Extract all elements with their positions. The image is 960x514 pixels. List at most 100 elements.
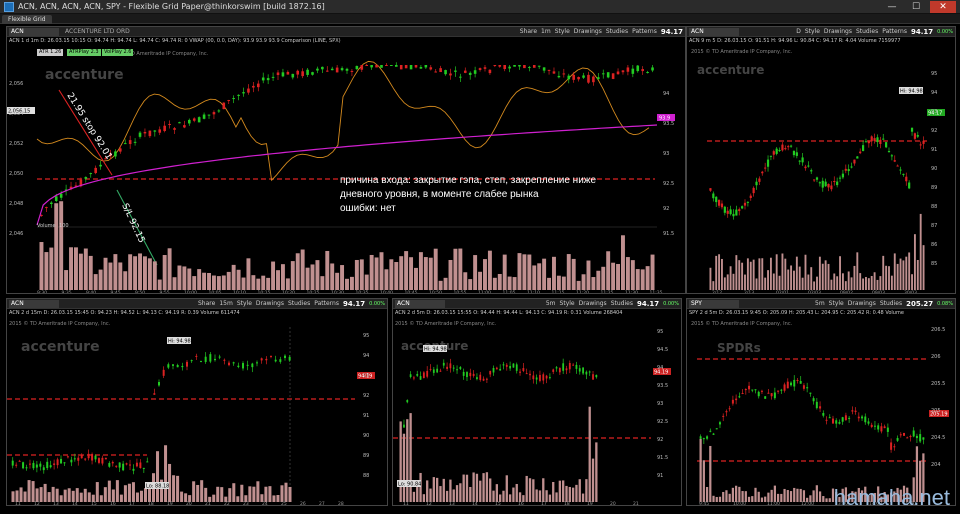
candle [306, 69, 309, 75]
drawings-button[interactable]: Drawings [256, 300, 284, 308]
volume-bar [508, 494, 512, 502]
style-button[interactable]: Style [829, 300, 844, 308]
studies-button[interactable]: Studies [288, 300, 310, 308]
style-button[interactable]: Style [555, 28, 570, 36]
candle [764, 396, 767, 399]
candle [242, 363, 244, 369]
timeframe-selector[interactable]: 5m [546, 300, 556, 308]
time-axis-label: 11:05 [503, 290, 516, 294]
studies-button[interactable]: Studies [880, 300, 902, 308]
panel-toolbar: Share 15m Style Drawings Studies Pattern… [198, 300, 385, 308]
symbol-selector[interactable]: ACN [9, 300, 59, 308]
patterns-button[interactable]: Patterns [882, 28, 907, 36]
chart-panel-main[interactable]: ACN ACCENTURE LTD ORD Share 1m Style Dra… [6, 26, 686, 294]
volume-bar [767, 492, 770, 502]
candle [429, 368, 432, 370]
percent-change: 0.08% [937, 301, 953, 307]
studies-button[interactable]: Studies [856, 28, 878, 36]
time-axis-label: 13 [53, 501, 59, 506]
candle [587, 74, 590, 83]
chart-panel-daily[interactable]: ACN D Style Drawings Studies Patterns 94… [686, 26, 956, 294]
candle [42, 467, 45, 471]
time-axis-label: 25 [281, 501, 287, 506]
volume-bar [51, 486, 55, 502]
chart-area[interactable]: Hi: 94.98Lo: 88.1894.1995949392919089881… [7, 317, 388, 506]
tab-flexible-grid[interactable]: Flexible Grid [2, 15, 52, 24]
candle [744, 389, 747, 391]
timeframe-selector[interactable]: D [796, 28, 801, 36]
time-axis-label: 9:55 [160, 290, 170, 294]
timeframe-selector[interactable]: 5m [815, 300, 825, 308]
chart-panel-5m[interactable]: ACN 5m Style Drawings Studies 94.17 0.00… [392, 298, 682, 506]
chart-area[interactable]: Hi: 94.9894.1795949392919089888786852/12… [687, 45, 956, 294]
candle [153, 393, 156, 395]
candle [246, 364, 249, 366]
volume-bar [507, 276, 512, 290]
share-button[interactable]: Share [198, 300, 215, 308]
volume-bar [167, 248, 172, 290]
candle [227, 100, 231, 102]
candle [483, 67, 487, 69]
candle [518, 65, 521, 67]
timeframe-selector[interactable]: 1m [541, 28, 551, 36]
candle [345, 68, 349, 71]
time-axis-label: 19 [167, 501, 173, 506]
candle [867, 421, 870, 424]
studies-button[interactable]: Studies [606, 28, 628, 36]
volume-bar [374, 257, 379, 290]
chart-area[interactable]: Hi: 94.98Lo: 90.8494.199594.59493.59392.… [393, 317, 682, 506]
candle [870, 424, 873, 427]
patterns-button[interactable]: Patterns [314, 300, 339, 308]
close-icon[interactable]: ✕ [930, 1, 956, 13]
chart-panel-15m[interactable]: ACN Share 15m Style Drawings Studies Pat… [6, 298, 388, 506]
studies-button[interactable]: Studies [611, 300, 633, 308]
volume-bar [522, 254, 527, 290]
candle [838, 177, 842, 179]
candle [813, 179, 816, 181]
volume-bar [463, 272, 468, 290]
window-title: ACN, ACN, ACN, ACN, SPY - Flexible Grid … [18, 2, 325, 11]
volume-bar [552, 481, 555, 502]
candle [256, 362, 258, 364]
volume-bar [836, 276, 839, 290]
style-button[interactable]: Style [560, 300, 575, 308]
style-button[interactable]: Style [237, 300, 252, 308]
volume-bar [645, 266, 650, 290]
candle [801, 157, 804, 163]
candle [228, 362, 230, 366]
candle [908, 182, 911, 189]
drawings-button[interactable]: Drawings [824, 28, 852, 36]
timeframe-selector[interactable]: 15m [219, 300, 232, 308]
volume-bar [426, 480, 429, 502]
volume-bar [478, 271, 483, 290]
time-axis-label: 11:00 [767, 501, 780, 506]
chart-area[interactable]: 205.19206.5206205.5205204.52049:45 10:00 1… [687, 317, 956, 506]
tab-bar: Flexible Grid [0, 14, 960, 24]
drawings-button[interactable]: Drawings [574, 28, 602, 36]
share-button[interactable]: Share [520, 28, 537, 36]
drawings-button[interactable]: Drawings [579, 300, 607, 308]
chart-area[interactable]: 21.95 stop 92.01S/L 92.152,056.1593.92,0… [7, 45, 686, 294]
volume-bar [635, 269, 640, 290]
candle [592, 76, 595, 83]
chart-panel-spy[interactable]: SPY 5m Style Drawings Studies 205.27 0.0… [686, 298, 956, 506]
volume-bar [156, 451, 160, 502]
candle [636, 65, 640, 72]
style-button[interactable]: Style [805, 28, 820, 36]
candle [616, 71, 620, 75]
volume-bar [751, 496, 754, 502]
candle [46, 461, 49, 469]
candle [276, 72, 280, 76]
panel-header: SPY 5m Style Drawings Studies 205.27 0.0… [687, 299, 955, 309]
volume-bar [581, 493, 585, 502]
time-axis-label: 13 [449, 501, 455, 506]
drawings-button[interactable]: Drawings [848, 300, 876, 308]
symbol-selector[interactable]: ACN [689, 28, 739, 36]
patterns-button[interactable]: Patterns [632, 28, 657, 36]
symbol-selector[interactable]: ACN [9, 28, 59, 36]
symbol-selector[interactable]: ACN [395, 300, 445, 308]
minimize-icon[interactable]: — [882, 1, 902, 13]
percent-change: 0.00% [663, 301, 679, 307]
symbol-selector[interactable]: SPY [689, 300, 739, 308]
maximize-icon[interactable]: ☐ [906, 1, 926, 13]
